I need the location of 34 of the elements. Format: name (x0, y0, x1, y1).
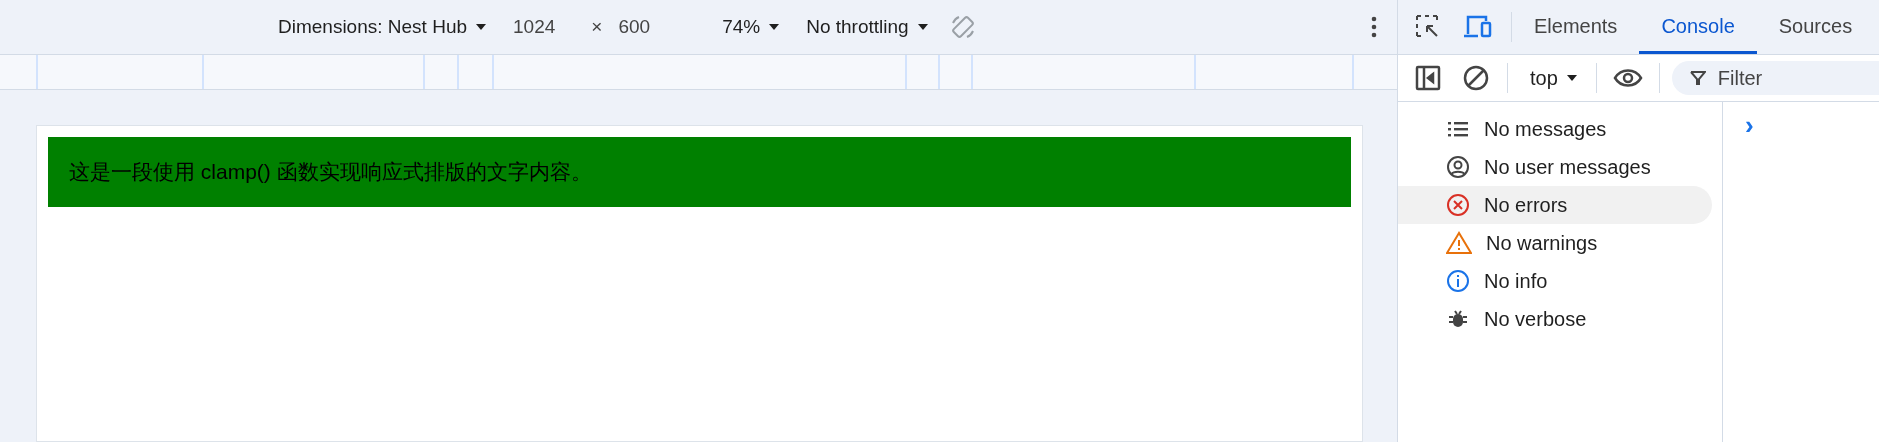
user-icon (1446, 155, 1470, 179)
sidebar-item[interactable]: No info (1398, 262, 1712, 300)
devtools-tab[interactable]: Console (1639, 0, 1757, 54)
width-value[interactable]: 1024 (513, 12, 556, 42)
more-icon[interactable] (1371, 16, 1377, 38)
devtools-tab[interactable]: Sources (1756, 0, 1875, 54)
eye-icon[interactable] (1612, 68, 1643, 88)
warning-icon (1446, 231, 1472, 255)
sidebar-toggle-icon[interactable] (1415, 65, 1441, 91)
error-icon (1446, 193, 1470, 217)
caret-icon (475, 23, 488, 31)
sidebar-item[interactable]: No warnings (1398, 224, 1712, 262)
banner-text: 这是一段使用 clamp() 函数实现响应式排版的文字内容。 (69, 159, 592, 186)
filter-field[interactable]: Filter (1671, 61, 1879, 95)
prompt-chevron: › (1745, 110, 1754, 140)
throttling-dropdown[interactable]: No throttling (806, 12, 929, 42)
zoom-dropdown[interactable]: 74% (722, 12, 781, 42)
caret-icon (768, 23, 781, 31)
device-toggle-icon[interactable] (1463, 14, 1493, 40)
info-icon (1446, 269, 1470, 293)
sidebar-item[interactable]: No errors (1398, 186, 1712, 224)
device-dropdown[interactable]: Dimensions: Nest Hub (278, 12, 488, 42)
times-sign: × (591, 14, 603, 39)
clear-icon[interactable] (1463, 65, 1489, 91)
sidebar-item[interactable]: No verbose (1398, 300, 1712, 338)
caret-icon (1565, 74, 1578, 82)
inspect-icon[interactable] (1415, 14, 1441, 40)
caret-icon (916, 23, 929, 31)
sidebar-item[interactable]: No messages (1398, 110, 1712, 148)
devtools-tab[interactable]: Elements (1512, 0, 1640, 54)
sidebar-item[interactable]: No user messages (1398, 148, 1712, 186)
height-value[interactable]: 600 (618, 12, 651, 42)
context-dropdown[interactable]: top (1530, 63, 1578, 93)
filter-icon (1689, 70, 1706, 86)
